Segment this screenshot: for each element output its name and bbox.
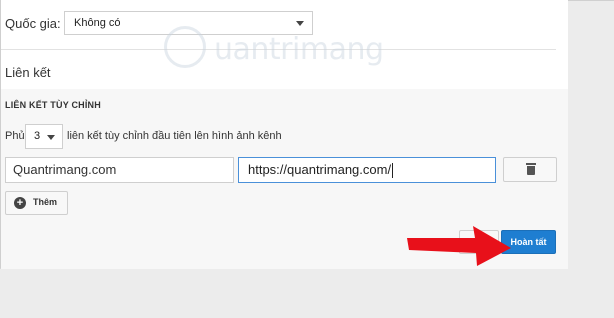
link-title-value: Quantrimang.com [13, 162, 117, 177]
text-caret [392, 163, 394, 179]
link-url-value: https://quantrimang.com/ [248, 162, 392, 177]
link-count-value: 3 [34, 130, 41, 142]
cover-label: Phủ [5, 130, 25, 142]
custom-links-heading: LIÊN KẾT TÙY CHỈNH [5, 100, 101, 110]
link-url-input[interactable]: https://quantrimang.com/ [238, 157, 496, 183]
delete-link-button[interactable] [503, 157, 557, 182]
add-link-button[interactable]: + Thêm [5, 191, 68, 215]
watermark-logo: uantrimang [160, 22, 390, 74]
dropdown-arrow-icon [47, 135, 55, 140]
cover-description: liên kết tùy chỉnh đầu tiên lên hình ảnh… [67, 130, 282, 142]
country-select-value: Không có [74, 17, 121, 29]
watermark-text: uantrimang [214, 32, 384, 67]
watermark-circle-icon [164, 26, 206, 68]
country-label: Quốc gia: [5, 16, 61, 31]
link-count-select[interactable]: 3 [25, 124, 63, 149]
links-heading: Liên kết [5, 65, 51, 80]
trash-icon [526, 163, 536, 175]
link-title-input[interactable]: Quantrimang.com [5, 157, 234, 183]
red-arrow-icon [407, 226, 511, 266]
add-link-label: Thêm [33, 197, 58, 207]
plus-circle-icon: + [14, 197, 26, 209]
